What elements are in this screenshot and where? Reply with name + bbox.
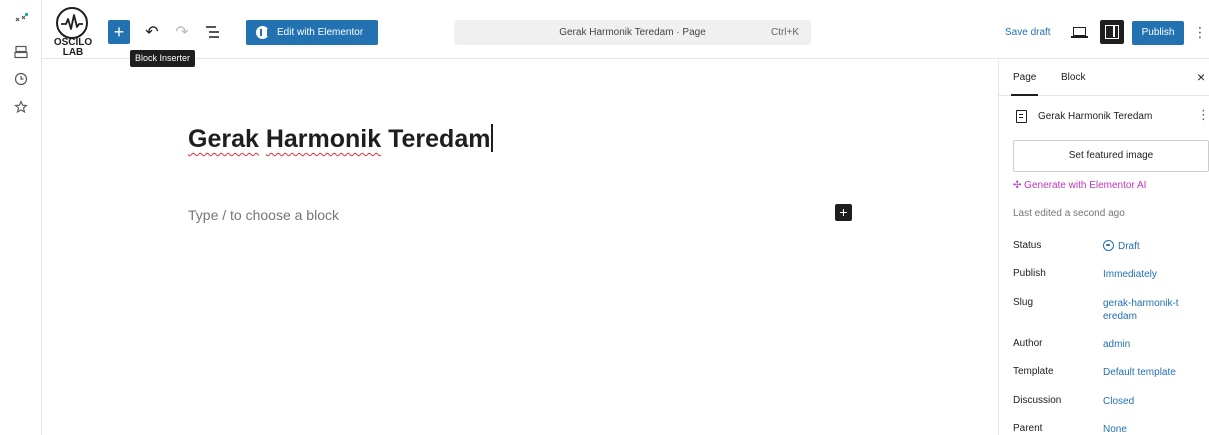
clock-icon[interactable] (13, 71, 29, 87)
generate-with-ai-link[interactable]: ✣ Generate with Elementor AI (1013, 180, 1146, 191)
generate-ai-label: Generate with Elementor AI (1024, 180, 1147, 191)
tab-page[interactable]: Page (1010, 72, 1039, 96)
block-inserter-button[interactable]: + (108, 20, 130, 44)
document-title-bar: Gerak Harmonik Teredam · Page (559, 27, 706, 38)
document-card: Gerak Harmonik Teredam ⋮ (1016, 107, 1209, 127)
inbox-icon[interactable] (13, 44, 29, 60)
prop-label: Author (1013, 338, 1043, 349)
last-edited-text: Last edited a second ago (1013, 208, 1125, 219)
editor-canvas: Gerak Harmonik Teredam Type / to choose … (42, 60, 998, 435)
command-shortcut: Ctrl+K (770, 27, 799, 38)
template-value[interactable]: Default template (1103, 366, 1203, 379)
draft-status-icon (1103, 240, 1114, 251)
block-editor-app: OSCILO LAB + ↶ ↷ Edit with Elementor Ger… (0, 0, 1209, 435)
set-featured-image-button[interactable]: Set featured image (1013, 140, 1209, 172)
edit-with-elementor-button[interactable]: Edit with Elementor (246, 20, 378, 45)
status-text: Draft (1118, 241, 1140, 252)
author-value[interactable]: admin (1103, 338, 1203, 351)
prop-label: Status (1013, 240, 1042, 251)
document-actions-button[interactable]: ⋮ (1197, 107, 1209, 123)
status-value[interactable]: Draft (1103, 240, 1203, 253)
settings-sidebar: Page Block × Gerak Harmonik Teredam ⋮ Se… (998, 60, 1209, 435)
slug-value[interactable]: gerak-harmonik-teredam (1103, 297, 1183, 323)
options-menu-button[interactable]: ⋮ (1193, 22, 1207, 42)
waveform-icon (56, 7, 88, 39)
tab-block[interactable]: Block (1061, 72, 1085, 83)
prop-label: Slug (1013, 297, 1034, 308)
document-overview-button[interactable] (203, 22, 223, 42)
close-sidebar-button[interactable]: × (1197, 69, 1205, 85)
parent-value[interactable]: None (1103, 423, 1203, 435)
prop-label: Publish (1013, 268, 1046, 279)
inline-block-inserter-button[interactable]: + (835, 204, 852, 221)
save-draft-button[interactable]: Save draft (1005, 27, 1051, 38)
command-palette-bar[interactable]: Gerak Harmonik Teredam · Page Ctrl+K (454, 20, 811, 45)
publish-button[interactable]: Publish (1132, 21, 1184, 45)
post-title[interactable]: Gerak Harmonik Teredam (188, 124, 493, 154)
sidebar-tabs: Page Block × (999, 60, 1209, 96)
preview-button[interactable] (1071, 23, 1089, 41)
star-icon[interactable] (13, 99, 29, 115)
prop-label: Template (1013, 366, 1054, 377)
block-inserter-tooltip: Block Inserter (130, 50, 196, 67)
block-placeholder[interactable]: Type / to choose a block (188, 207, 339, 223)
title-word: Harmonik (265, 125, 382, 153)
logo-line-2: LAB (62, 47, 84, 58)
settings-toggle-button[interactable] (1100, 20, 1124, 44)
title-word: Gerak (188, 125, 259, 153)
logo-text: OSCILO LAB (50, 38, 96, 58)
text-caret (491, 124, 493, 152)
elementor-icon (256, 26, 269, 39)
ai-sparkle-icon: ✣ (1013, 180, 1025, 191)
publish-value[interactable]: Immediately (1103, 268, 1203, 281)
undo-button[interactable]: ↶ (142, 22, 162, 42)
redo-button[interactable]: ↷ (172, 22, 192, 42)
site-logo[interactable]: OSCILO LAB (50, 6, 96, 58)
prop-label: Discussion (1013, 395, 1062, 406)
page-icon (1016, 110, 1027, 123)
prop-label: Parent (1013, 423, 1043, 434)
elementor-button-label: Edit with Elementor (277, 27, 364, 38)
sparkle-icon[interactable] (13, 12, 29, 28)
document-card-title: Gerak Harmonik Teredam (1038, 111, 1153, 122)
list-view-icon (206, 26, 219, 38)
desktop-icon (1073, 27, 1086, 36)
editor-header: OSCILO LAB + ↶ ↷ Edit with Elementor Ger… (42, 0, 1209, 67)
title-word: Teredam (388, 125, 491, 153)
discussion-value[interactable]: Closed (1103, 395, 1203, 408)
sidebar-icon (1105, 25, 1119, 39)
left-rail (0, 0, 42, 435)
